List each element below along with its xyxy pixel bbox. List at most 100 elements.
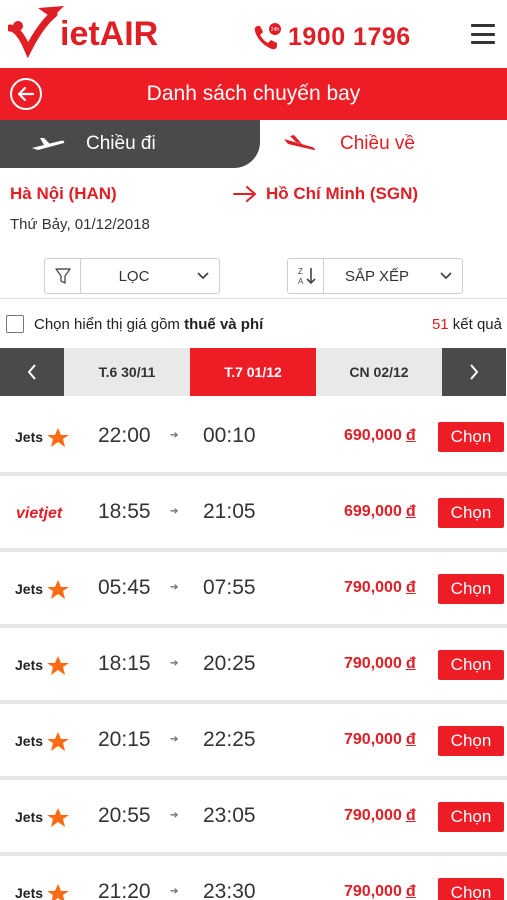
tab-return[interactable]: Chiều về: [260, 120, 507, 168]
sort-button[interactable]: Z A SẮP XẾP: [287, 258, 463, 294]
arrow-right-icon: [233, 186, 256, 202]
svg-text:Jets: Jets: [15, 657, 43, 673]
tab-return-label: Chiều về: [340, 133, 415, 154]
arrival-time: 23:30: [203, 880, 256, 900]
flight-price: 790,000 đ: [344, 807, 416, 824]
choose-flight-button[interactable]: Chọn: [438, 574, 504, 604]
svg-text:24h: 24h: [271, 27, 280, 33]
choose-flight-button[interactable]: Chọn: [438, 498, 504, 528]
departure-time: 18:55: [98, 500, 151, 523]
arrival-time: 22:25: [203, 728, 256, 751]
arrival-time: 07:55: [203, 576, 256, 599]
departure-time: 22:00: [98, 424, 151, 447]
takeoff-plane-icon: [32, 138, 65, 150]
flight-price: 790,000 đ: [344, 883, 416, 900]
flight-row: Jets 20:55 ➔ 23:05 790,000 đ Chọn: [0, 780, 507, 856]
departure-time: 21:20: [98, 880, 151, 900]
choose-flight-button[interactable]: Chọn: [438, 650, 504, 680]
date-tab-prev[interactable]: T.6 30/11: [64, 348, 190, 396]
arrival-time: 21:05: [203, 500, 256, 523]
origin-airport: Hà Nội (HAN): [10, 184, 117, 203]
logo-plane-icon: [8, 6, 64, 58]
arrow-right-icon: ➔: [170, 658, 179, 669]
result-count: 51 kết quả: [431, 315, 502, 333]
departure-time: 18:15: [98, 652, 151, 675]
choose-flight-button[interactable]: Chọn: [438, 878, 504, 900]
svg-text:A: A: [298, 277, 304, 286]
arrow-right-icon: ➔: [170, 734, 179, 745]
back-button[interactable]: [10, 78, 42, 110]
choose-flight-button[interactable]: Chọn: [438, 726, 504, 756]
chevron-down-icon: [187, 272, 219, 280]
chevron-right-icon: [470, 364, 479, 380]
hotline-number: 1900 1796: [288, 22, 411, 51]
destination-airport: Hồ Chí Minh (SGN): [266, 184, 419, 203]
hotline[interactable]: 24h 1900 1796: [252, 22, 411, 52]
tab-outbound-label: Chiều đi: [86, 133, 156, 154]
arrow-right-icon: ➔: [170, 810, 179, 821]
sort-az-icon: Z A: [288, 259, 324, 293]
chevron-down-icon: [430, 272, 462, 280]
flight-price: 690,000 đ: [344, 427, 416, 444]
vietjet-logo: vietjet: [16, 505, 63, 522]
jetstar-logo: Jets: [15, 428, 69, 447]
jetstar-logo: Jets: [15, 732, 69, 751]
filter-button[interactable]: LỌC: [44, 258, 220, 294]
jetstar-logo: Jets: [15, 580, 69, 599]
vietair-logo[interactable]: ietAIR: [8, 4, 159, 64]
arrow-left-icon: [17, 86, 35, 102]
flight-row: Jets 18:15 ➔ 20:25 790,000 đ Chọn: [0, 628, 507, 704]
flight-row: Jets 22:00 ➔ 00:10 690,000 đ Chọn: [0, 400, 507, 476]
arrow-right-icon: ➔: [170, 430, 179, 441]
jetstar-logo: Jets: [15, 884, 69, 900]
svg-text:Jets: Jets: [15, 733, 43, 749]
route-info: Hà Nội (HAN) Hồ Chí Minh (SGN) Thứ Bảy, …: [0, 168, 507, 233]
svg-text:Z: Z: [298, 267, 303, 276]
departure-time: 05:45: [98, 576, 151, 599]
divider: [0, 298, 507, 299]
chevron-left-icon: [27, 364, 36, 380]
flight-price: 790,000 đ: [344, 655, 416, 672]
departure-time: 20:55: [98, 804, 151, 827]
flight-price: 790,000 đ: [344, 731, 416, 748]
svg-text:Jets: Jets: [15, 885, 43, 900]
flight-price: 790,000 đ: [344, 579, 416, 596]
departure-time: 20:15: [98, 728, 151, 751]
flight-row: Jets 21:20 ➔ 23:30 790,000 đ Chọn: [0, 856, 507, 900]
filter-sort-bar: LỌC Z A SẮP XẾP: [0, 228, 507, 294]
filter-label: LỌC: [118, 267, 150, 285]
flight-row: vietjet 18:55 ➔ 21:05 699,000 đ Chọn: [0, 476, 507, 552]
top-header: ietAIR 24h 1900 1796: [0, 0, 507, 68]
date-tab-next[interactable]: CN 02/12: [316, 348, 442, 396]
include-tax-label[interactable]: Chọn hiển thị giá gồm thuế và phí: [34, 316, 263, 333]
choose-flight-button[interactable]: Chọn: [438, 802, 504, 832]
flight-price: 699,000 đ: [344, 503, 416, 520]
tab-outbound[interactable]: Chiều đi: [0, 120, 260, 168]
svg-text:Jets: Jets: [15, 581, 43, 597]
phone-icon: 24h: [254, 23, 281, 50]
hamburger-menu-icon[interactable]: [471, 24, 495, 44]
jetstar-logo: Jets: [15, 656, 69, 675]
svg-text:Jets: Jets: [15, 809, 43, 825]
next-date-button[interactable]: [442, 348, 506, 396]
arrow-right-icon: ➔: [170, 886, 179, 897]
svg-text:Jets: Jets: [15, 429, 43, 445]
flight-list: Jets 22:00 ➔ 00:10 690,000 đ Chọn vietjet 18:55 ➔…: [0, 400, 507, 900]
flight-row: Jets 20:15 ➔ 22:25 790,000 đ Chọn: [0, 704, 507, 780]
choose-flight-button[interactable]: Chọn: [438, 422, 504, 452]
date-selector: T.6 30/11 T.7 01/12 CN 02/12: [0, 348, 507, 396]
funnel-icon: [45, 259, 81, 293]
direction-tabs: Chiều đi Chiều về: [0, 120, 507, 168]
arrival-time: 23:05: [203, 804, 256, 827]
title-bar: Danh sách chuyến bay: [0, 68, 507, 120]
svg-text:vietjet: vietjet: [16, 505, 63, 522]
jetstar-logo: Jets: [15, 808, 69, 827]
arrow-right-icon: ➔: [170, 582, 179, 593]
prev-date-button[interactable]: [0, 348, 64, 396]
include-tax-checkbox[interactable]: [6, 315, 24, 333]
logo-text: ietAIR: [60, 15, 159, 53]
landing-plane-icon: [284, 135, 316, 150]
flight-row: Jets 05:45 ➔ 07:55 790,000 đ Chọn: [0, 552, 507, 628]
date-tab-selected[interactable]: T.7 01/12: [190, 348, 316, 396]
sort-label: SẮP XẾP: [345, 267, 409, 285]
